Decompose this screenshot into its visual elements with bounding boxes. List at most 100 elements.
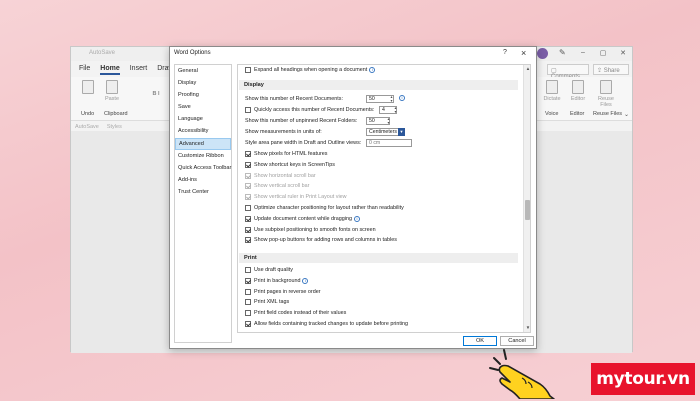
nav-item-add-ins[interactable]: Add-ins [175,174,231,186]
option-label: Show pop-up buttons for adding rows and … [254,237,397,244]
checkbox [245,172,251,179]
nav-item-general[interactable]: General [175,65,231,77]
undo-group-label: Undo [81,111,95,117]
nav-item-customize-ribbon[interactable]: Customize Ribbon [175,150,231,162]
ribbon-tabs: File Home Insert Draw [79,65,174,75]
dictate-button[interactable]: Dictate [541,80,563,102]
style-area-label: Style area pane width in Draft and Outli… [245,140,362,146]
display-option-0[interactable]: Show pixels for HTML features [245,151,328,157]
display-option-3: Show vertical scroll bar [245,183,310,190]
scroll-down-icon[interactable]: ▼ [524,324,530,332]
print-option-0[interactable]: Use draft quality [245,267,293,273]
option-label: Optimize character positioning for layou… [254,205,404,211]
display-option-5[interactable]: Optimize character positioning for layou… [245,205,404,211]
share-button[interactable]: ⇪ Share [593,64,629,75]
print-option-5[interactable]: Allow fields containing tracked changes … [245,321,408,327]
status-autosave[interactable]: AutoSave [75,124,99,130]
maximize-icon[interactable]: ▢ [598,49,608,57]
word-options-dialog: Word Options ? × General Display Proofin… [169,46,537,349]
autosave-label[interactable]: AutoSave [89,50,115,56]
checkbox[interactable] [245,151,251,157]
pointing-hand-icon [489,349,555,399]
checkbox[interactable] [245,267,251,273]
reuse-files-icon [600,80,612,94]
nav-item-proofing[interactable]: Proofing [175,89,231,101]
bold-italic-buttons[interactable]: B I [141,91,171,97]
checkbox[interactable] [245,277,251,284]
checkbox[interactable] [245,107,251,113]
nav-item-quick-access-toolbar[interactable]: Quick Access Toolbar [175,162,231,174]
display-section-header: Display [239,80,518,90]
checkbox[interactable] [245,299,251,306]
checkbox[interactable] [245,226,251,233]
collapse-ribbon-icon[interactable]: ⌄ [624,111,629,118]
nav-item-advanced[interactable]: Advanced [175,137,231,150]
option-label: Use subpixel positioning to smooth fonts… [254,226,376,233]
nav-item-trust-center[interactable]: Trust Center [175,186,231,198]
pen-icon[interactable]: ✎ [559,48,566,57]
nav-item-display[interactable]: Display [175,77,231,89]
quick-access-option[interactable]: Quickly access this number of Recent Doc… [245,107,374,113]
paste-button[interactable]: Paste [101,80,123,102]
editor-group-label: Editor [570,111,585,117]
option-label: Print in background [254,277,301,284]
checkbox[interactable] [245,288,251,295]
checkbox[interactable] [245,161,251,168]
reuse-files-button[interactable]: Reuse Files [593,80,619,108]
option-label: Print field codes instead of their value… [254,310,347,317]
nav-item-save[interactable]: Save [175,101,231,113]
quick-access-spinner[interactable]: ▴ ▾ [393,106,398,114]
checkbox[interactable] [245,321,251,327]
close-icon[interactable]: × [521,48,526,58]
status-styles[interactable]: Styles [107,124,122,130]
nav-item-accessibility[interactable]: Accessibility [175,125,231,137]
minimize-icon[interactable]: – [578,49,588,57]
option-label: Show vertical ruler in Print Layout view [254,194,347,201]
microphone-icon [546,80,558,94]
print-option-1[interactable]: Print in background i [245,277,309,284]
option-label: Print pages in reverse order [254,288,321,295]
nav-item-language[interactable]: Language [175,113,231,125]
option-label: Use draft quality [254,267,293,273]
expand-headings-option[interactable]: Expand all headings when opening a docum… [245,67,376,73]
options-scrollbar[interactable]: ▲ ▼ [523,65,530,332]
checkbox[interactable] [245,215,251,222]
scroll-up-icon[interactable]: ▲ [524,65,530,73]
display-option-8[interactable]: Show pop-up buttons for adding rows and … [245,237,397,244]
undo-button[interactable] [77,80,99,96]
display-option-6[interactable]: Update document content while dragging i [245,215,360,222]
clipboard-group-label: Clipboard [104,111,128,117]
checkbox[interactable] [245,67,251,73]
style-area-input[interactable]: 0 cm [366,139,412,147]
option-label: Allow fields containing tracked changes … [254,321,409,327]
checkbox[interactable] [245,331,251,332]
checkbox[interactable] [245,237,251,244]
recent-docs-spinner[interactable]: ▴ ▾ [389,95,394,103]
print-option-3[interactable]: Print XML tags [245,299,289,306]
checkbox[interactable] [245,205,251,211]
user-avatar[interactable] [537,48,548,59]
display-option-1[interactable]: Show shortcut keys in ScreenTips [245,161,335,168]
scroll-thumb[interactable] [525,200,530,220]
display-option-7[interactable]: Use subpixel positioning to smooth fonts… [245,226,376,233]
print-option-2[interactable]: Print pages in reverse order [245,288,321,295]
checkbox [245,183,251,190]
unpinned-folders-spinner[interactable]: ▴ ▾ [386,117,391,125]
paste-icon [106,80,118,94]
editor-button[interactable]: Editor [567,80,589,102]
checkbox[interactable] [245,310,251,317]
info-icon: i [369,67,376,73]
tab-home[interactable]: Home [100,65,120,75]
print-option-6[interactable]: Print on front of the sheet for duplex p… [245,331,359,332]
comments-button[interactable]: ▢ Comments [547,64,589,80]
option-label: Show pixels for HTML features [254,151,328,157]
option-label: Show vertical scroll bar [254,183,310,190]
print-option-4[interactable]: Print field codes instead of their value… [245,310,347,317]
info-icon: i [302,277,309,284]
help-icon[interactable]: ? [503,49,507,56]
tab-file[interactable]: File [79,65,90,75]
chevron-down-icon[interactable]: ▼ [398,128,405,136]
tab-insert[interactable]: Insert [130,65,148,75]
display-option-2: Show horizontal scroll bar [245,172,316,179]
close-window-icon[interactable]: ✕ [618,49,628,57]
